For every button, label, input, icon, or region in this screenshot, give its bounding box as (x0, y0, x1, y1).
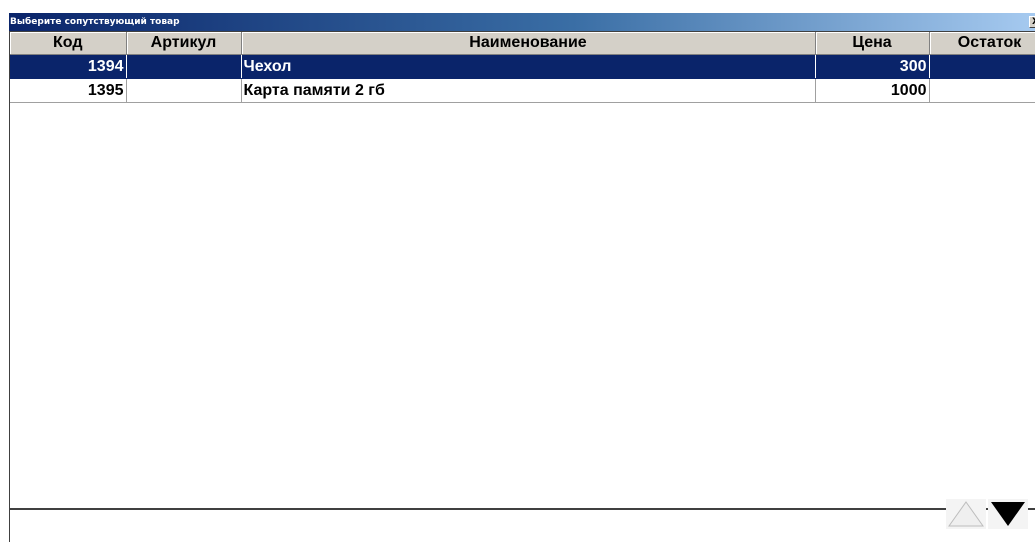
column-header-price[interactable]: Цена (815, 32, 930, 55)
title-bar[interactable]: Выберите сопутствующий товар X (9, 13, 1035, 31)
cell-name: Чехол (241, 54, 816, 79)
cell-name: Карта памяти 2 гб (241, 78, 816, 103)
cell-code: 1395 (10, 78, 127, 103)
close-button[interactable]: X (1029, 16, 1035, 28)
table-header-row: Код Артикул Наименование Цена Остаток (10, 32, 1035, 55)
cell-stock: 7 (929, 54, 1035, 79)
column-header-stock[interactable]: Остаток (929, 32, 1035, 55)
cell-code: 1394 (10, 54, 127, 79)
triangle-up-icon (948, 501, 984, 527)
window-title: Выберите сопутствующий товар (10, 17, 180, 27)
triangle-down-icon (991, 502, 1025, 526)
product-grid: Код Артикул Наименование Цена Остаток 13… (9, 31, 1035, 510)
cell-article (126, 78, 242, 103)
table-row[interactable]: 1395 Карта памяти 2 гб 1000 6 (10, 78, 1035, 103)
select-related-product-dialog: Выберите сопутствующий товар X Код Артик… (9, 13, 1035, 542)
scroll-up-button[interactable] (946, 499, 986, 529)
column-header-name[interactable]: Наименование (241, 32, 816, 55)
product-table: Код Артикул Наименование Цена Остаток 13… (10, 32, 1035, 103)
scroll-down-button[interactable] (988, 499, 1028, 529)
cell-price: 300 (815, 54, 930, 79)
cell-price: 1000 (815, 78, 930, 103)
search-input[interactable] (9, 510, 1035, 542)
cell-stock: 6 (929, 78, 1035, 103)
table-row-selected[interactable]: 1394 Чехол 300 7 (10, 54, 1035, 79)
cell-article (126, 54, 242, 79)
column-header-article[interactable]: Артикул (126, 32, 242, 55)
column-header-code[interactable]: Код (10, 32, 127, 55)
